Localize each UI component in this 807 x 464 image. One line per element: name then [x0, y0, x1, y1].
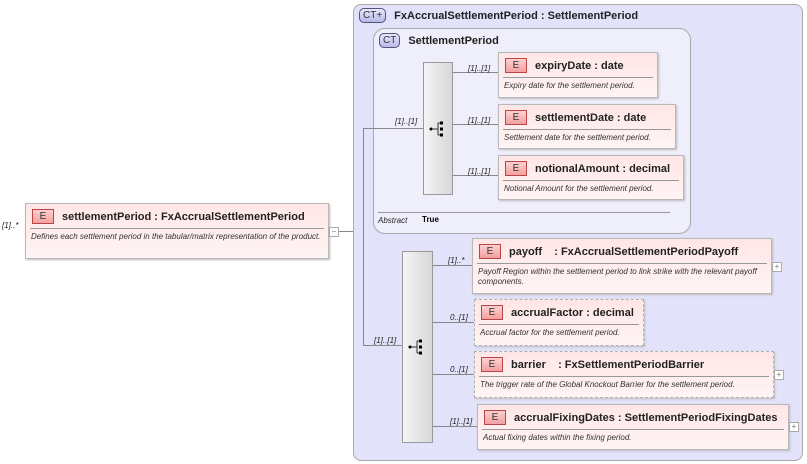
connector	[363, 345, 402, 346]
connector	[433, 426, 477, 427]
element-badge: E	[505, 161, 527, 176]
element-accrualFixingDates[interactable]: EaccrualFixingDates : SettlementPeriodFi…	[477, 404, 789, 450]
child-cardinality: [1]..*	[448, 256, 465, 265]
ct-icon: CT	[379, 33, 401, 48]
divider	[482, 429, 784, 430]
connector	[433, 322, 474, 323]
connector	[433, 374, 474, 375]
element-name: barrier : FxSettlementPeriodBarrier	[511, 358, 705, 371]
element-doc: Notional Amount for the settlement perio…	[504, 184, 654, 193]
element-badge: E	[505, 58, 527, 73]
element-expiryDate[interactable]: EexpiryDate : date Expiry date for the se…	[498, 52, 658, 98]
element-badge: E	[505, 110, 527, 125]
base-type-name: SettlementPeriod	[408, 34, 499, 47]
element-barrier[interactable]: Ebarrier : FxSettlementPeriodBarrier The …	[474, 351, 774, 398]
element-notionalAmount[interactable]: EnotionalAmount : decimal Notional Amount…	[498, 155, 684, 200]
element-name: payoff : FxAccrualSettlementPeriodPayoff	[509, 245, 739, 258]
expand-button[interactable]: +	[772, 262, 782, 272]
element-settlementPeriod[interactable]: EsettlementPeriod : FxAccrualSettlementP…	[25, 203, 329, 259]
element-name: accrualFixingDates : SettlementPeriodFix…	[514, 411, 778, 424]
sequence-cardinality: [1]..[1]	[374, 336, 397, 345]
element-doc: Defines each settlement period in the ta…	[31, 232, 321, 241]
abstract-label: Abstract	[378, 216, 408, 225]
abstract-value: True	[422, 215, 439, 224]
element-settlementDate[interactable]: EsettlementDate : date Settlement date fo…	[498, 104, 676, 149]
element-name: expiryDate : date	[535, 59, 624, 72]
element-doc: Accrual factor for the settlement period…	[480, 328, 620, 337]
divider	[503, 77, 653, 78]
element-badge: E	[481, 305, 503, 320]
collapse-button[interactable]: −	[329, 227, 339, 237]
sequence-compositor[interactable]	[402, 251, 433, 443]
divider	[479, 324, 639, 325]
sequence-icon	[429, 121, 443, 137]
element-accrualFactor[interactable]: EaccrualFactor : decimal Accrual factor f…	[474, 299, 644, 346]
connector	[363, 128, 423, 129]
element-doc: Payoff Region within the settlement peri…	[478, 267, 757, 286]
element-doc: The trigger rate of the Global Knockout …	[480, 380, 735, 389]
element-badge: E	[32, 209, 54, 224]
element-doc: Expiry date for the settlement period.	[504, 81, 635, 90]
sequence-cardinality: [1]..[1]	[395, 117, 418, 126]
expand-button[interactable]: +	[774, 370, 784, 380]
sequence-compositor[interactable]	[423, 62, 453, 195]
element-payoff[interactable]: Epayoff : FxAccrualSettlementPeriodPayof…	[472, 238, 772, 294]
complex-type-name: FxAccrualSettlementPeriod : SettlementPe…	[394, 9, 639, 22]
element-name: notionalAmount : decimal	[535, 162, 671, 175]
child-cardinality: [1]..[1]	[468, 116, 491, 125]
child-cardinality: [1]..[1]	[468, 167, 491, 176]
element-doc: Settlement date for the settlement perio…	[504, 133, 651, 142]
element-name: settlementDate : date	[535, 111, 647, 124]
element-name: settlementPeriod : FxAccrualSettlementPe…	[62, 210, 305, 223]
expand-button[interactable]: +	[789, 422, 799, 432]
element-name: accrualFactor : decimal	[511, 306, 634, 319]
ct-plus-icon: CT+	[359, 8, 387, 23]
child-cardinality: [1]..[1]	[468, 64, 491, 73]
child-cardinality: 0..[1]	[450, 313, 468, 322]
element-badge: E	[479, 244, 501, 259]
element-badge: E	[481, 357, 503, 372]
divider	[503, 129, 671, 130]
connector	[363, 128, 364, 346]
divider	[30, 228, 324, 229]
sequence-icon	[408, 339, 422, 355]
root-cardinality: [1]..*	[2, 221, 19, 230]
divider	[378, 212, 670, 213]
child-cardinality: 0..[1]	[450, 365, 468, 374]
element-badge: E	[484, 410, 506, 425]
connector	[433, 265, 472, 266]
divider	[479, 376, 769, 377]
child-cardinality: [1]..[1]	[450, 417, 473, 426]
element-doc: Actual fixing dates within the fixing pe…	[483, 433, 632, 442]
divider	[503, 180, 679, 181]
divider	[477, 263, 767, 264]
